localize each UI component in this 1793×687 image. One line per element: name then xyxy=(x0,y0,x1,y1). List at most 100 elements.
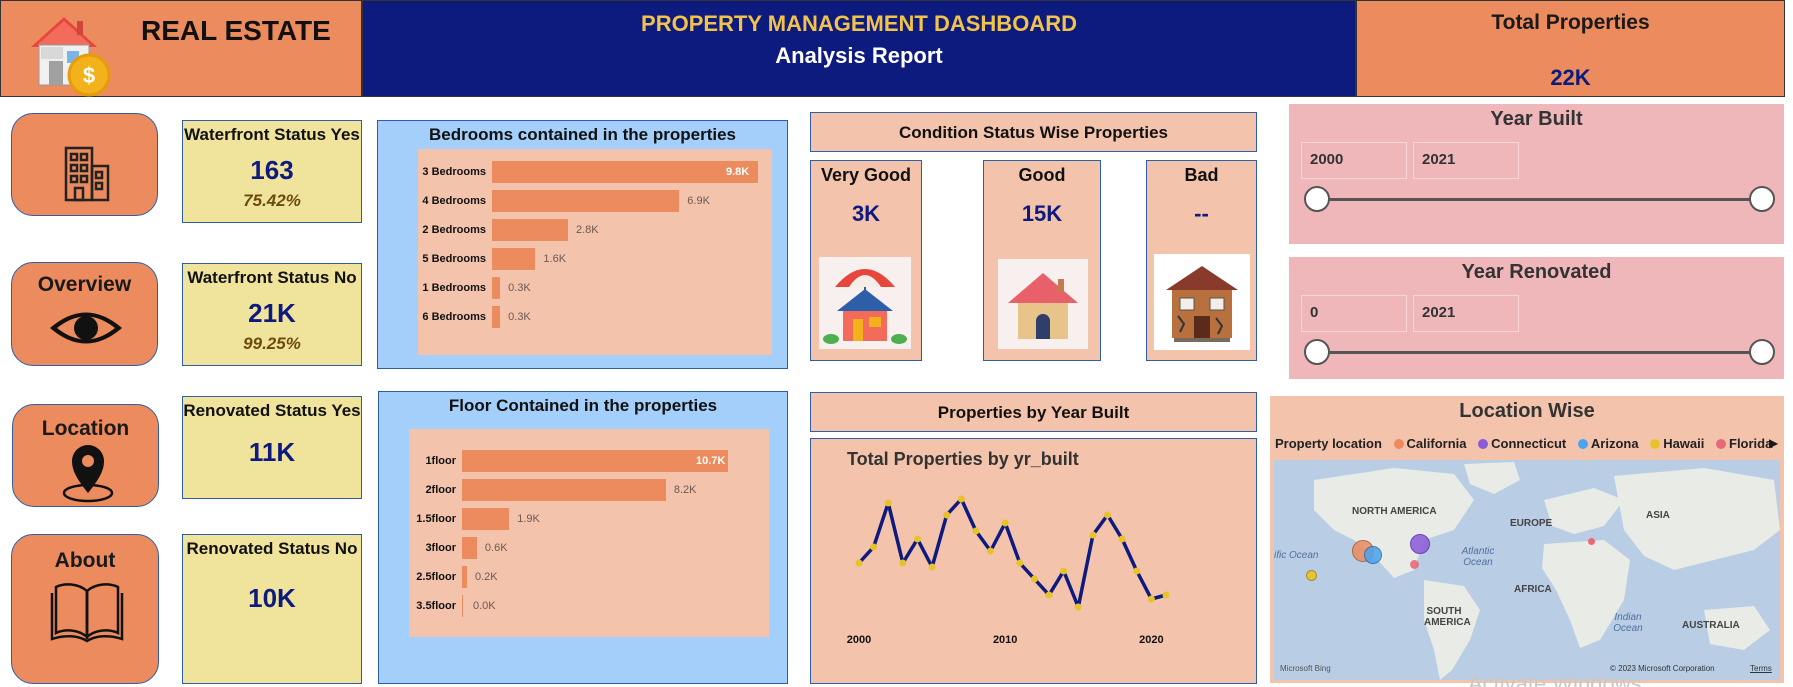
data-point[interactable] xyxy=(1016,559,1024,567)
bar[interactable] xyxy=(492,190,680,212)
legend-florida: Florida xyxy=(1729,436,1773,451)
bar-label: 1floor xyxy=(425,455,456,467)
data-point[interactable] xyxy=(1001,519,1009,527)
year-built-slider-min-handle[interactable] xyxy=(1304,186,1330,212)
bubble-arizona[interactable] xyxy=(1364,546,1382,564)
data-point[interactable] xyxy=(928,563,936,571)
year-renovated-slider-track[interactable] xyxy=(1317,351,1765,354)
bar-label: 2 Bedrooms xyxy=(422,224,486,236)
data-point[interactable] xyxy=(1162,591,1170,599)
bar-value-label: 0.6K xyxy=(484,542,508,554)
bubble-hawaii[interactable] xyxy=(1306,570,1317,581)
year-renovated-to-input[interactable]: 2021 xyxy=(1413,295,1519,332)
bar-value-label: 9.8K xyxy=(726,166,750,178)
location-nav-button[interactable]: Location xyxy=(12,404,159,507)
data-point[interactable] xyxy=(1104,511,1112,519)
data-point[interactable] xyxy=(855,559,863,567)
bubble-florida[interactable] xyxy=(1410,560,1419,569)
bar[interactable] xyxy=(492,219,568,241)
bar-label: 2floor xyxy=(425,484,456,496)
data-point[interactable] xyxy=(1089,531,1097,539)
year-renovated-from-input[interactable]: 0 xyxy=(1301,295,1407,332)
waterfront-yes-card: Waterfront Status Yes 163 75.42% xyxy=(182,120,362,223)
bar[interactable] xyxy=(462,508,510,530)
bar-value-label: 10.7K xyxy=(696,455,726,467)
label-indian: Indian Ocean xyxy=(1613,612,1643,634)
year-renovated-slider-min-handle[interactable] xyxy=(1304,339,1330,365)
bar-row: 1floor 10.7K xyxy=(409,450,769,472)
eye-icon xyxy=(47,305,125,351)
legend-next-arrow-icon[interactable]: ▶ xyxy=(1769,436,1778,450)
location-label: Location xyxy=(41,417,130,440)
x-tick-label: 2010 xyxy=(993,634,1017,646)
house-umbrella-icon xyxy=(819,257,911,349)
activate-windows-watermark: Activate Windows xyxy=(1468,671,1642,687)
bubble-marker[interactable] xyxy=(1588,538,1595,545)
slicer-title: Year Built xyxy=(1490,108,1583,130)
bar[interactable] xyxy=(462,595,463,617)
open-book-icon xyxy=(50,579,124,643)
card-label: Renovated Status No xyxy=(186,539,358,558)
bar[interactable] xyxy=(492,248,536,270)
about-nav-button[interactable]: About xyxy=(11,534,159,684)
year-built-to-input[interactable]: 2021 xyxy=(1413,142,1519,179)
data-point[interactable] xyxy=(870,543,878,551)
bedrooms-chart: 3 Bedrooms 9.8K 4 Bedrooms 6.9K 2 Bedrooms 2.… xyxy=(418,149,772,355)
bar-value-label: 0.3K xyxy=(508,282,531,294)
bar-row: 3 Bedrooms 9.8K xyxy=(418,161,772,183)
bar-value-label: 0.3K xyxy=(508,311,531,323)
bar-value-label: 8.2K xyxy=(673,484,697,496)
data-point[interactable] xyxy=(1133,567,1141,575)
line-chart: 2000 2010 2020 xyxy=(847,495,1170,646)
renovated-no-card: Renovated Status No 10K xyxy=(182,534,362,684)
data-point[interactable] xyxy=(1118,535,1126,543)
data-point[interactable] xyxy=(884,499,892,507)
condition-value: -- xyxy=(1194,201,1209,226)
legend-dot-arizona xyxy=(1577,439,1588,449)
bar-row: 2.5floor 0.2K xyxy=(409,566,769,588)
map-terms-link[interactable]: Terms xyxy=(1750,664,1772,673)
bar[interactable] xyxy=(462,450,728,472)
legend-arizona: Arizona xyxy=(1590,436,1639,451)
bubble-connecticut[interactable] xyxy=(1410,534,1430,554)
x-tick-label: 2000 xyxy=(847,634,871,646)
card-percent: 75.42% xyxy=(243,191,301,210)
data-point[interactable] xyxy=(957,495,965,503)
bar[interactable] xyxy=(492,277,501,299)
bar[interactable] xyxy=(462,479,666,501)
card-label: Renovated Status Yes xyxy=(183,401,361,420)
floors-title: Floor Contained in the properties xyxy=(448,396,718,415)
home-nav-button[interactable] xyxy=(11,113,158,216)
label-asia: ASIA xyxy=(1646,510,1670,521)
bar[interactable] xyxy=(492,306,501,328)
bar[interactable] xyxy=(462,537,477,559)
data-point[interactable] xyxy=(987,547,995,555)
data-point[interactable] xyxy=(1147,595,1155,603)
data-point[interactable] xyxy=(899,559,907,567)
year-built-slider-track[interactable] xyxy=(1317,198,1765,201)
bar-value-label: 1.9K xyxy=(517,513,540,525)
bar[interactable] xyxy=(462,566,467,588)
data-point[interactable] xyxy=(972,527,980,535)
data-point[interactable] xyxy=(1030,575,1038,583)
label-south-america: SOUTH AMERICA xyxy=(1424,606,1471,628)
legend-dot-hawaii xyxy=(1650,439,1661,449)
data-point[interactable] xyxy=(1074,603,1082,611)
condition-title: Condition Status Wise Properties xyxy=(898,123,1169,142)
card-label: Waterfront Status Yes xyxy=(184,125,360,144)
year-renovated-slider-max-handle[interactable] xyxy=(1749,339,1775,365)
label-pacific: ific Ocean xyxy=(1274,550,1319,561)
data-point[interactable] xyxy=(1060,567,1068,575)
bar-value-label: 0.2K xyxy=(474,571,498,583)
card-label: Waterfront Status No xyxy=(187,268,357,287)
data-point[interactable] xyxy=(943,511,951,519)
data-point[interactable] xyxy=(1045,591,1053,599)
bar-value-label: 0.0K xyxy=(473,600,496,612)
bar[interactable] xyxy=(492,161,758,183)
data-point[interactable] xyxy=(913,535,921,543)
bar-row: 2 Bedrooms 2.8K xyxy=(418,219,772,241)
overview-nav-button[interactable]: Overview xyxy=(11,262,158,366)
year-built-from-input[interactable]: 2000 xyxy=(1301,142,1407,179)
world-map[interactable]: NORTH AMERICA EUROPE ASIA AFRICA SOUTH A… xyxy=(1274,460,1780,680)
year-built-slider-max-handle[interactable] xyxy=(1749,186,1775,212)
